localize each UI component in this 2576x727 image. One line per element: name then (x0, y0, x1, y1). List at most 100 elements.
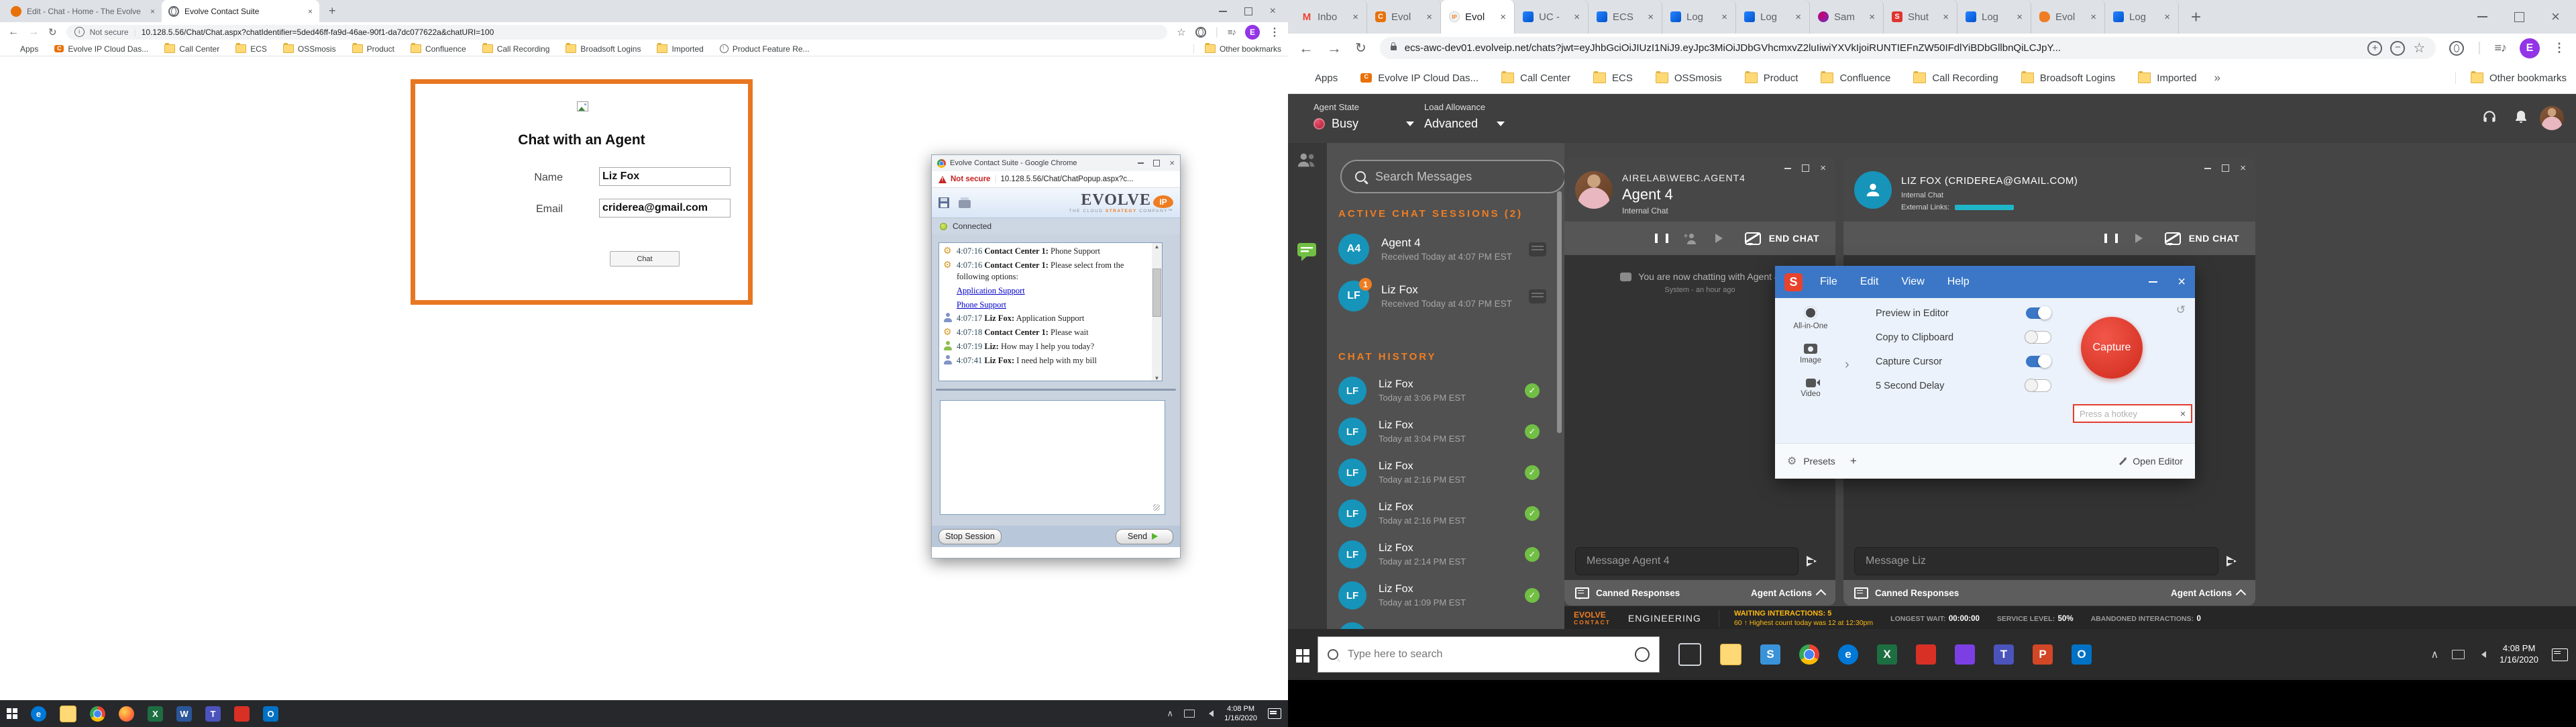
send-button[interactable]: Send (1116, 529, 1173, 544)
forward-icon[interactable]: → (1327, 40, 1342, 57)
minimize-icon[interactable] (2477, 16, 2487, 17)
headset-icon[interactable] (2481, 109, 2498, 126)
history-item[interactable]: LF Liz Fox Today at 2:14 PM EST ✓ (1338, 540, 1540, 569)
agent-state-dropdown[interactable]: Busy (1313, 117, 1414, 131)
bookmark-item[interactable]: Imported (2138, 72, 2196, 84)
teams-icon[interactable] (1994, 644, 2014, 665)
excel-icon[interactable] (148, 706, 163, 722)
sidebar-scrollbar-thumb[interactable] (1557, 191, 1562, 433)
tab-close-icon[interactable]: × (308, 7, 313, 16)
pause-icon[interactable] (1655, 234, 1668, 243)
bookmark-item[interactable]: Broadsoft Logins (2021, 72, 2116, 84)
resize-handle[interactable] (1153, 504, 1160, 511)
browser-tab[interactable]: Shut × (1884, 0, 1957, 34)
history-item[interactable]: LF Liz Fox Today at 2:16 PM EST ✓ (1338, 499, 1540, 528)
address-box[interactable]: ecs-awc-dev01.evolveip.net/chats?jwt=eyJ… (1380, 37, 2436, 59)
history-item[interactable]: LF Liz Fox ✓ (1338, 622, 1540, 629)
chrome-icon[interactable] (90, 706, 105, 722)
bookmark-item[interactable]: Evolve IP Cloud Das... (1360, 72, 1479, 84)
capture-mode[interactable]: Image (1787, 341, 1834, 365)
browser-tab[interactable]: Sam × (1810, 0, 1884, 34)
toggle-switch[interactable] (2025, 379, 2051, 392)
tab-close-icon[interactable]: × (1869, 11, 1875, 23)
scroll-down-icon[interactable]: ▼ (1155, 375, 1160, 381)
message-textarea[interactable] (940, 400, 1165, 515)
search-input[interactable] (1374, 169, 1524, 185)
capture-mode[interactable]: All-in-One (1787, 306, 1834, 330)
word-icon[interactable] (176, 706, 192, 722)
forward-icon[interactable]: → (28, 26, 39, 38)
tab-close-icon[interactable]: × (2090, 11, 2096, 23)
firefox-icon[interactable] (119, 706, 134, 722)
clock[interactable]: 4:08 PM 1/16/2020 (2500, 643, 2538, 666)
bell-icon[interactable] (2513, 109, 2529, 126)
bookmark-item[interactable]: ECS (235, 44, 267, 54)
agent-actions-button[interactable]: Agent Actions (1751, 588, 1825, 598)
excel-icon[interactable] (1877, 644, 1897, 665)
taskbar-search-input[interactable] (1346, 648, 1627, 661)
menu-item[interactable]: File (1820, 276, 1837, 288)
end-chat-button[interactable]: END CHAT (1745, 232, 1819, 245)
menu-dots-icon[interactable]: ⋮ (1269, 26, 1280, 39)
canned-responses-button[interactable]: Canned Responses (1596, 588, 1680, 598)
tray-expand-icon[interactable]: ∧ (2430, 648, 2438, 661)
agent4-message-input[interactable] (1575, 547, 1799, 575)
volume-icon[interactable] (2478, 651, 2486, 658)
task-view-icon[interactable] (1678, 643, 1701, 666)
close-icon[interactable]: × (2551, 13, 2560, 20)
action-center-icon[interactable] (1268, 708, 1281, 719)
back-icon[interactable]: ← (8, 26, 19, 38)
tab-close-icon[interactable]: × (1352, 11, 1358, 23)
tab-close-icon[interactable]: × (2164, 11, 2170, 23)
name-field[interactable] (599, 167, 731, 186)
stop-session-button[interactable]: Stop Session (938, 529, 1002, 544)
hotkey-clear-icon[interactable]: × (2180, 408, 2186, 419)
option-link[interactable]: Phone Support (957, 300, 1006, 309)
minimize-icon[interactable] (2149, 281, 2157, 283)
maximize-icon[interactable] (2222, 164, 2229, 172)
scroll-thumb[interactable] (1152, 269, 1161, 317)
liz-message-input[interactable] (1854, 547, 2218, 575)
tab-close-icon[interactable]: × (1943, 11, 1949, 23)
search-box[interactable] (1340, 160, 1564, 193)
gear-icon[interactable]: ⚙ (1787, 454, 1796, 468)
tab-close-icon[interactable]: × (1500, 11, 1506, 23)
chat-submit-button[interactable]: Chat (610, 251, 680, 266)
bookmark-item[interactable]: Broadsoft Logins (566, 44, 641, 54)
print-icon[interactable] (959, 200, 971, 208)
send-icon[interactable] (2228, 555, 2245, 567)
edge-icon[interactable] (1838, 644, 1858, 665)
browser-tab[interactable]: Log × (1957, 0, 2031, 34)
playlist-extension-icon[interactable]: ≡♪ (1228, 27, 1236, 37)
popup-url-row[interactable]: Not secure | 10.128.5.56/Chat/ChatPopup.… (932, 171, 1180, 188)
zoom-out-icon[interactable]: − (2390, 41, 2405, 56)
bookmark-item[interactable]: ECS (1593, 72, 1633, 84)
tab-close-icon[interactable]: × (1648, 11, 1654, 23)
bookmark-item[interactable]: Product (1745, 72, 1799, 84)
browser-tab[interactable]: Log × (1662, 0, 1736, 34)
network-icon[interactable] (1184, 710, 1195, 718)
browser-tab[interactable]: Evol × (1441, 0, 1515, 34)
file-explorer-icon[interactable] (60, 706, 76, 722)
maximize-icon[interactable] (1244, 7, 1252, 15)
close-icon[interactable]: × (1270, 8, 1276, 15)
outlook-icon[interactable] (2072, 644, 2092, 665)
active-session-item[interactable]: A4 Agent 4 Received Today at 4:07 PM EST (1338, 234, 1546, 264)
external-link[interactable] (1955, 205, 2014, 210)
close-icon[interactable]: × (2178, 279, 2186, 285)
open-editor-button[interactable]: Open Editor (2118, 456, 2183, 467)
back-icon[interactable]: ← (1299, 40, 1313, 57)
close-icon[interactable]: × (2240, 165, 2246, 172)
browser-tab[interactable]: Log × (1736, 0, 1810, 34)
edge-icon[interactable] (31, 706, 46, 722)
bookmark-item[interactable]: Call Center (1501, 72, 1570, 84)
email-field[interactable] (599, 199, 731, 217)
refresh-icon[interactable]: ↻ (48, 26, 57, 38)
cortana-icon[interactable] (1635, 647, 1650, 662)
refresh-icon[interactable]: ↻ (1355, 40, 1366, 56)
agent-actions-button[interactable]: Agent Actions (2171, 588, 2245, 598)
menu-item[interactable]: View (1901, 276, 1924, 288)
tab-close-icon[interactable]: × (2017, 11, 2023, 23)
bookmark-item[interactable]: Call Recording (482, 44, 550, 54)
canned-responses-button[interactable]: Canned Responses (1875, 588, 1959, 598)
